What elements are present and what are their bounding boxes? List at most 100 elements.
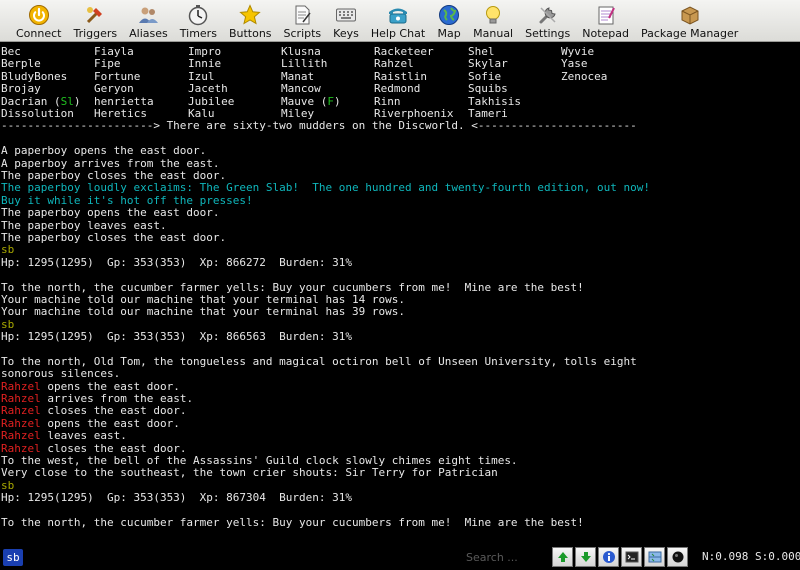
- output-line: To the north, Old Tom, the tongueless an…: [1, 354, 637, 368]
- who-entry: Skylar: [468, 57, 508, 71]
- package-manager-button[interactable]: Package Manager: [635, 0, 744, 42]
- manual-lightbulb-icon: [481, 4, 505, 26]
- output-line: Very close to the southeast, the town cr…: [1, 466, 498, 480]
- scripts-label: Scripts: [283, 27, 322, 40]
- map-button[interactable]: Map: [431, 0, 467, 42]
- command-line-icon: [625, 551, 638, 563]
- main-toolbar: Connect Triggers Aliases Timers Buttons …: [0, 0, 800, 42]
- action-text: leaves east.: [40, 429, 127, 443]
- scroll-up-icon: [557, 552, 568, 562]
- manual-label: Manual: [473, 27, 514, 40]
- action-text: closes the east door.: [40, 404, 187, 418]
- info-button[interactable]: [598, 547, 619, 567]
- timers-label: Timers: [179, 27, 217, 40]
- map-label: Map: [437, 27, 461, 40]
- action-text: closes the east door.: [40, 441, 187, 455]
- output-line-shout: The paperboy loudly exclaims: The Green …: [1, 181, 651, 195]
- output-line: A paperboy opens the east door.: [1, 144, 207, 158]
- settings-label: Settings: [525, 27, 571, 40]
- keys-keyboard-icon: [334, 4, 358, 26]
- command-bar: sb N:0.098 S:0.000: [0, 545, 800, 570]
- settings-wrench-icon: [536, 4, 560, 26]
- player-name: Rahzel: [1, 404, 41, 418]
- record-button[interactable]: [667, 547, 688, 567]
- mud-output-terminal[interactable]: Bec Fiayla Impro Klusna Racketeer Shel W…: [0, 43, 800, 545]
- output-line: Your machine told our machine that your …: [1, 305, 405, 319]
- who-entry: [561, 96, 654, 108]
- who-entry-name: Dacrian (: [1, 94, 61, 108]
- profile-badge[interactable]: sb: [3, 549, 23, 566]
- player-name: Rahzel: [1, 379, 41, 393]
- player-name: Rahzel: [1, 441, 41, 455]
- aliases-button[interactable]: Aliases: [123, 0, 174, 42]
- status-line: Hp: 1295(1295) Gp: 353(353) Xp: 866272 B…: [1, 255, 352, 269]
- who-entry: [561, 83, 654, 95]
- status-line: Hp: 1295(1295) Gp: 353(353) Xp: 867304 B…: [1, 491, 352, 505]
- timers-clock-icon: [186, 4, 210, 26]
- player-tag: F: [327, 94, 334, 108]
- help-chat-button[interactable]: Help Chat: [365, 0, 431, 42]
- player-name: Rahzel: [1, 429, 41, 443]
- info-icon: [602, 551, 615, 563]
- aliases-label: Aliases: [129, 27, 168, 40]
- action-text: arrives from the east.: [40, 392, 194, 406]
- scroll-down-button[interactable]: [575, 547, 596, 567]
- package-box-icon: [678, 4, 702, 26]
- who-entry: Jaceth: [188, 82, 228, 96]
- command-bar-icons: [552, 547, 690, 567]
- status-line: Hp: 1295(1295) Gp: 353(353) Xp: 866563 B…: [1, 330, 352, 344]
- connect-button[interactable]: Connect: [10, 0, 67, 42]
- help-chat-label: Help Chat: [370, 27, 426, 40]
- scripts-button[interactable]: Scripts: [278, 0, 328, 42]
- action-text: opens the east door.: [40, 416, 180, 430]
- connect-power-icon: [27, 4, 51, 26]
- prompt-line: sb: [1, 243, 15, 257]
- buttons-star-icon: [238, 4, 262, 26]
- notepad-button[interactable]: Notepad: [576, 0, 635, 42]
- buttons-button[interactable]: Buttons: [223, 0, 278, 42]
- scroll-up-button[interactable]: [552, 547, 573, 567]
- output-line: To the north, the cucumber farmer yells:…: [1, 515, 584, 529]
- player-name: Rahzel: [1, 416, 41, 430]
- connect-label: Connect: [16, 27, 62, 40]
- scripts-document-icon: [290, 4, 314, 26]
- output-line: The paperboy opens the east door.: [1, 206, 220, 220]
- triggers-button[interactable]: Triggers: [67, 0, 123, 42]
- who-entry: Squibs: [468, 82, 508, 96]
- who-list: Bec Fiayla Impro Klusna Racketeer Shel W…: [1, 45, 800, 120]
- split-screen-button[interactable]: [644, 547, 665, 567]
- tag-close: ): [73, 94, 81, 108]
- help-chat-phone-icon: [386, 4, 410, 26]
- player-name: Rahzel: [1, 392, 41, 406]
- settings-button[interactable]: Settings: [519, 0, 576, 42]
- scroll-down-icon: [580, 552, 591, 562]
- keys-label: Keys: [333, 27, 359, 40]
- manual-button[interactable]: Manual: [467, 0, 519, 42]
- triggers-icon: [83, 4, 107, 26]
- who-entry: Lillith: [281, 57, 328, 71]
- package-manager-label: Package Manager: [641, 27, 739, 40]
- triggers-label: Triggers: [73, 27, 118, 40]
- who-entry: Rahzel: [374, 57, 414, 71]
- aliases-people-icon: [136, 4, 160, 26]
- who-entry: Berple: [1, 57, 41, 71]
- search-input[interactable]: [460, 548, 548, 567]
- split-screen-icon: [648, 551, 661, 563]
- who-entry: Geryon: [94, 82, 134, 96]
- notepad-icon: [594, 4, 618, 26]
- action-text: opens the east door.: [40, 379, 180, 393]
- command-line-button[interactable]: [621, 547, 642, 567]
- who-entry: Zenocea: [561, 69, 608, 83]
- output-line: The paperboy closes the east door.: [1, 230, 227, 244]
- tag-close: ): [333, 94, 341, 108]
- timers-button[interactable]: Timers: [174, 0, 223, 42]
- who-summary-line: -----------------------> There are sixty…: [1, 119, 637, 133]
- keys-button[interactable]: Keys: [327, 0, 365, 42]
- network-counters: N:0.098 S:0.000: [702, 550, 800, 563]
- who-entry: Redmond: [374, 82, 421, 96]
- who-entry: Innie: [188, 57, 222, 71]
- who-entry-name: Mauve (: [281, 94, 328, 108]
- who-entry: Fipe: [94, 57, 121, 71]
